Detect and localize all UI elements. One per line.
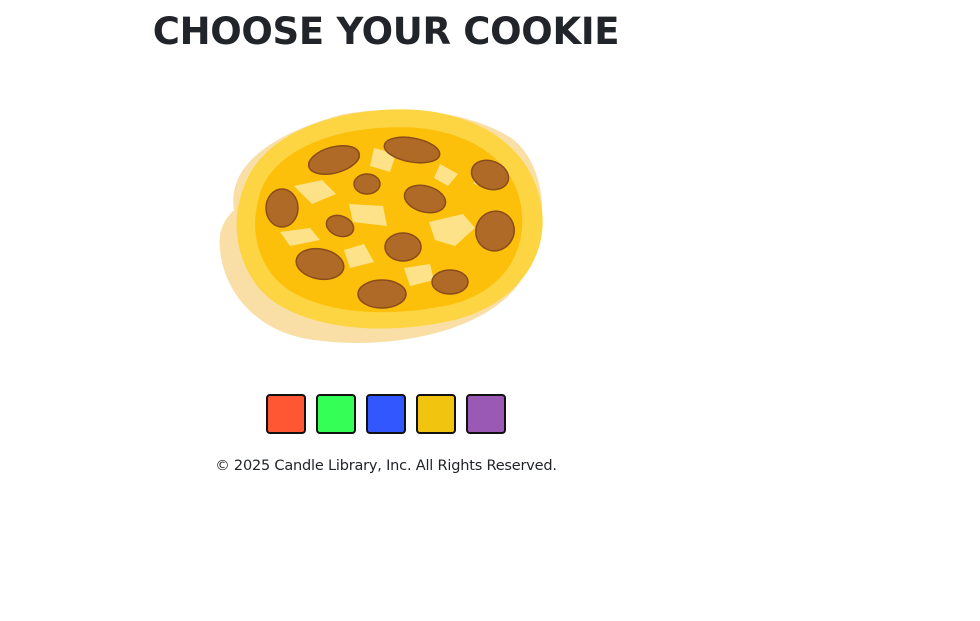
color-swatch-green[interactable] — [316, 394, 356, 434]
color-swatch-red[interactable] — [266, 394, 306, 434]
footer-copyright: © 2025 Candle Library, Inc. All Rights R… — [215, 458, 557, 474]
color-swatch-yellow[interactable] — [416, 394, 456, 434]
color-swatch-list — [266, 394, 506, 434]
cookie-image — [214, 100, 552, 350]
page-title: CHOOSE YOUR COOKIE — [152, 10, 620, 53]
color-swatch-blue[interactable] — [366, 394, 406, 434]
cookie-chooser-page: CHOOSE YOUR COOKIE © 2025 Candle Library… — [0, 0, 772, 621]
color-swatch-purple[interactable] — [466, 394, 506, 434]
cookie-icon — [219, 109, 543, 343]
